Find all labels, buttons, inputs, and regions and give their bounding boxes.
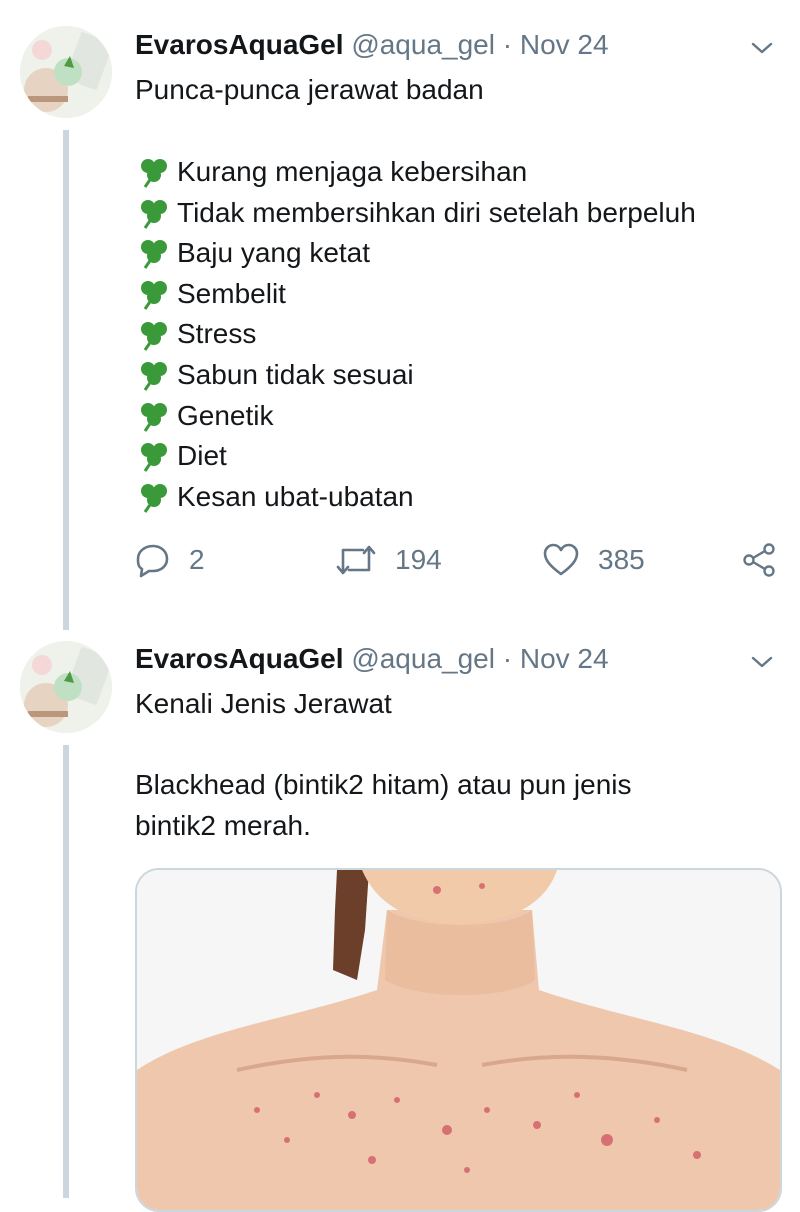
tweet-actions: 2 194 385: [135, 538, 775, 582]
shamrock-icon: [135, 237, 175, 270]
list-item: Stress: [135, 314, 696, 355]
list-item-label: Diet: [177, 440, 227, 472]
avatar[interactable]: [20, 26, 112, 118]
list-item: Sabun tidak sesuai: [135, 355, 696, 396]
shamrock-icon: [135, 440, 175, 473]
list-item-label: Kurang menjaga kebersihan: [177, 156, 528, 187]
tweet-text-line: Blackhead (bintik2 hitam) atau pun jenis: [135, 769, 632, 801]
reply-button[interactable]: 2: [135, 538, 205, 582]
like-count: 385: [598, 544, 645, 575]
share-button[interactable]: [741, 538, 795, 582]
list-item: Baju yang ketat: [135, 233, 696, 274]
list-item: Diet: [135, 436, 696, 477]
list-item: Sembelit: [135, 274, 696, 315]
tweet-text: Kenali Jenis Jerawat Blackhead (bintik2 …: [135, 684, 632, 846]
tweet-date[interactable]: Nov 24: [520, 643, 609, 674]
thread-line-2: [63, 745, 69, 1198]
list-item: Genetik: [135, 396, 696, 437]
tweet-text: Punca-punca jerawat badan: [135, 70, 484, 111]
tweet-text-line: Kenali Jenis Jerawat: [135, 688, 392, 719]
tweet-header: EvarosAquaGel @aqua_gel · Nov 24: [135, 28, 609, 62]
chevron-down-icon[interactable]: [750, 650, 774, 674]
tweet-text-line: [135, 725, 632, 766]
author-handle[interactable]: @aqua_gel: [351, 643, 495, 674]
retweet-count: 194: [395, 544, 442, 575]
list-item-label: Kesan ubat-ubatan: [177, 480, 414, 512]
avatar[interactable]: [20, 641, 112, 733]
tweet-media-image[interactable]: [135, 868, 782, 1212]
acne-photo: [137, 870, 780, 1210]
author-name[interactable]: EvarosAquaGel: [135, 643, 344, 674]
list-item: Kurang menjaga kebersihan: [135, 152, 696, 193]
tweet-text-line: bintik2 merah.: [135, 809, 311, 841]
list-item-label: Genetik: [177, 399, 274, 431]
shamrock-icon: [135, 359, 175, 392]
tweet-date[interactable]: Nov 24: [520, 29, 609, 60]
author-handle[interactable]: @aqua_gel: [351, 29, 495, 60]
chevron-down-icon[interactable]: [750, 36, 774, 60]
separator-dot: ·: [502, 643, 513, 674]
list-item-label: Tidak membersihkan diri setelah berpeluh: [177, 196, 696, 228]
list-item-label: Sembelit: [177, 277, 286, 309]
thread-line-1: [63, 130, 69, 630]
retweet-button[interactable]: 194: [335, 538, 442, 582]
tweet-header: EvarosAquaGel @aqua_gel · Nov 24: [135, 642, 609, 676]
list-item: Tidak membersihkan diri setelah berpeluh: [135, 193, 696, 234]
like-button[interactable]: 385: [542, 538, 645, 582]
list-item-label: Sabun tidak sesuai: [177, 358, 414, 390]
author-name[interactable]: EvarosAquaGel: [135, 29, 344, 60]
list-item-label: Stress: [177, 318, 257, 350]
list-item: Kesan ubat-ubatan: [135, 477, 696, 518]
tweet-intro: Punca-punca jerawat badan: [135, 74, 484, 105]
shamrock-icon: [135, 156, 175, 189]
share-icon: [743, 543, 775, 577]
shamrock-icon: [135, 197, 175, 229]
retweet-icon: [336, 545, 376, 575]
cause-list: Kurang menjaga kebersihan Tidak membersih…: [135, 152, 696, 517]
list-item-label: Baju yang ketat: [177, 237, 371, 269]
shamrock-icon: [135, 278, 175, 310]
shamrock-icon: [135, 481, 175, 513]
reply-icon: [136, 544, 169, 578]
heart-icon: [543, 543, 579, 576]
reply-count: 2: [189, 544, 205, 575]
separator-dot: ·: [502, 29, 513, 60]
shamrock-icon: [135, 319, 175, 351]
shamrock-icon: [135, 400, 175, 432]
